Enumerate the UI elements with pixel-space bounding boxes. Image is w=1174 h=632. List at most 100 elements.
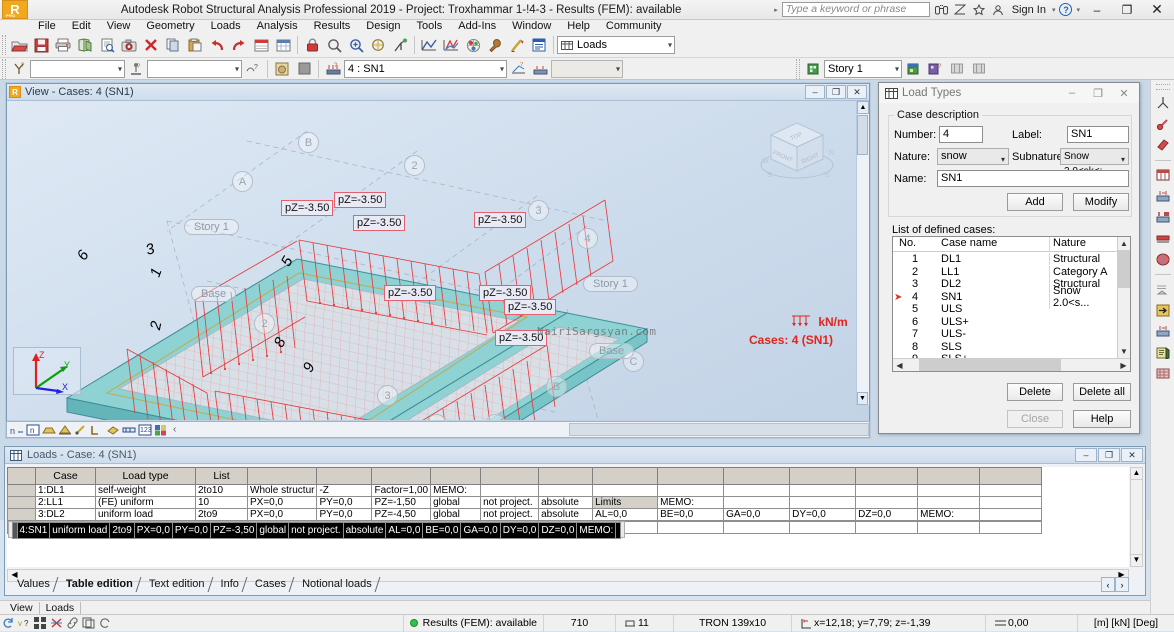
user-icon[interactable] — [991, 2, 1006, 17]
cell-case[interactable]: 3:DL2 — [35, 508, 96, 521]
results-icon[interactable] — [528, 34, 550, 56]
undo-icon[interactable] — [206, 34, 228, 56]
table-close-button[interactable]: ✕ — [1121, 448, 1143, 462]
snap-node-icon[interactable]: n — [9, 422, 25, 437]
tab-notional-loads[interactable]: Notional loads — [292, 577, 378, 592]
subnature-select[interactable]: Snow 2.0<sk<: ▾ — [1060, 148, 1129, 177]
node-selection-icon[interactable]: ? — [125, 58, 147, 80]
support-icon[interactable] — [57, 422, 73, 437]
col-15[interactable] — [855, 467, 919, 485]
cell-14[interactable]: DY=0,0 — [789, 508, 857, 521]
table-row-selected[interactable]: 4:SN1 uniform load 2to9 PX=0,0 PY=0,0 PZ… — [7, 521, 626, 539]
menu-item-window[interactable]: Window — [504, 20, 559, 33]
list-item[interactable]: 1 DL1 Structural — [893, 253, 1117, 266]
cell-loadtype[interactable]: self-weight — [95, 484, 196, 497]
dialog-close-button[interactable]: ✕ — [1111, 84, 1137, 102]
chevron-down-icon[interactable]: ▾ — [1001, 152, 1005, 167]
story-copy-icon[interactable] — [946, 58, 968, 80]
cell-12[interactable] — [657, 484, 725, 497]
cell-16[interactable]: MEMO: — [576, 522, 617, 539]
refresh2-icon[interactable] — [96, 616, 112, 630]
list-item[interactable]: 8 SLS — [893, 341, 1117, 354]
view-restore-button[interactable]: ❐ — [826, 85, 846, 99]
delete-icon[interactable] — [140, 34, 162, 56]
cell-17[interactable] — [979, 508, 1043, 521]
col-11[interactable] — [592, 467, 659, 485]
col-17[interactable] — [979, 467, 1043, 485]
col-9[interactable] — [480, 467, 540, 485]
menu-item-community[interactable]: Community — [598, 20, 670, 33]
menu-item-view[interactable]: View — [99, 20, 139, 33]
lock-icon[interactable] — [301, 34, 323, 56]
number-field[interactable]: 4 — [939, 126, 983, 143]
link-icon[interactable] — [64, 616, 80, 630]
paste-icon[interactable] — [184, 34, 206, 56]
row-selector[interactable] — [7, 484, 36, 497]
cell-6[interactable]: PY=0,0 — [171, 522, 211, 539]
list-scroll-down-button[interactable]: ▼ — [1118, 345, 1130, 358]
cell-6[interactable]: PY=0,0 — [316, 496, 373, 509]
col-7[interactable] — [371, 467, 432, 485]
menu-item-file[interactable]: File — [30, 20, 64, 33]
cell-14[interactable] — [789, 521, 857, 534]
load-table-icon[interactable] — [529, 58, 551, 80]
list-scroll-right-button[interactable]: ▶ — [1117, 359, 1130, 371]
cell-list[interactable]: 2to10 — [195, 484, 248, 497]
page-setup-icon[interactable] — [96, 34, 118, 56]
col-loadtype[interactable]: Load type — [95, 467, 196, 485]
selection-combo[interactable]: ▾ — [30, 59, 125, 78]
view-cube[interactable]: TOP FRONT RIGHT W S E N — [751, 115, 843, 189]
cell-14[interactable]: DY=0,0 — [499, 522, 540, 539]
cell-11[interactable]: AL=0,0 — [592, 508, 659, 521]
extra-combo[interactable]: ▾ — [551, 59, 623, 78]
cell-15[interactable]: DZ=0,0 — [538, 522, 578, 539]
project-icon[interactable] — [389, 34, 411, 56]
minimize-button[interactable]: – — [1084, 0, 1110, 19]
label-field[interactable]: SN1 — [1067, 126, 1129, 143]
uniform-load-tool-icon[interactable] — [1153, 228, 1173, 248]
layer-tab-loads[interactable]: Loads — [40, 601, 82, 614]
cell-list[interactable]: 2to9 — [195, 508, 248, 521]
export-load-tool-icon[interactable] — [1153, 300, 1173, 320]
row-selector[interactable] — [7, 496, 36, 509]
list-item-selected[interactable]: ➤ 4 SN1 Snow 2.0<s... — [893, 284, 1117, 309]
units-icon[interactable]: v? — [16, 616, 32, 630]
dialog-maximize-button[interactable]: ❐ — [1085, 84, 1111, 102]
tab-text-edition[interactable]: Text edition — [139, 577, 211, 592]
tabs-prev-button[interactable]: ‹ — [1101, 577, 1115, 592]
col-14[interactable] — [789, 467, 857, 485]
list-scroll-up-button[interactable]: ▲ — [1118, 237, 1130, 250]
maximize-button[interactable]: ❐ — [1114, 0, 1140, 19]
search-expand-icon[interactable]: ▸ — [774, 6, 778, 14]
support-tool-icon[interactable] — [1153, 93, 1173, 113]
cell-case[interactable]: 4:SN1 — [16, 522, 51, 539]
zoom-in-icon[interactable] — [345, 34, 367, 56]
menu-item-edit[interactable]: Edit — [64, 20, 99, 33]
chevron-down-icon[interactable]: ▾ — [1121, 152, 1125, 167]
toolbar-grip[interactable] — [2, 35, 6, 55]
col-rowhdr[interactable] — [7, 467, 36, 485]
cell-12[interactable]: BE=0,0 — [657, 508, 725, 521]
app-logo-icon[interactable]: R PRO — [2, 0, 28, 19]
exchange-icon[interactable] — [953, 2, 968, 17]
layer-tab-view[interactable]: View — [4, 601, 40, 614]
story-combo[interactable]: Story 1 ▾ — [824, 59, 902, 78]
toolbar2-grip[interactable] — [2, 58, 6, 79]
story-paste-icon[interactable] — [968, 58, 990, 80]
table-row[interactable]: 3:DL2 uniform load 2to9 PX=0,0 PY=0,0 PZ… — [7, 508, 1043, 521]
cell-13[interactable] — [723, 521, 791, 534]
zoom-icon[interactable] — [323, 34, 345, 56]
table-row[interactable]: 2:LL1 (FE) uniform 10 PX=0,0 PY=0,0 PZ=-… — [7, 496, 1043, 509]
node-combo[interactable]: ▾ — [147, 59, 242, 78]
copy-icon[interactable] — [162, 34, 184, 56]
help-button[interactable]: Help — [1073, 410, 1131, 428]
nature-select[interactable]: snow ▾ — [937, 148, 1009, 165]
numbers-icon[interactable]: 123 — [137, 422, 153, 437]
cell-16[interactable]: MEMO: — [917, 508, 981, 521]
maps-icon[interactable] — [462, 34, 484, 56]
display-icon[interactable] — [418, 34, 440, 56]
cell-10[interactable] — [538, 484, 594, 497]
cell-8[interactable]: global — [256, 522, 290, 539]
table-restore-button[interactable]: ❐ — [1098, 448, 1120, 462]
calculations-icon[interactable] — [506, 34, 528, 56]
